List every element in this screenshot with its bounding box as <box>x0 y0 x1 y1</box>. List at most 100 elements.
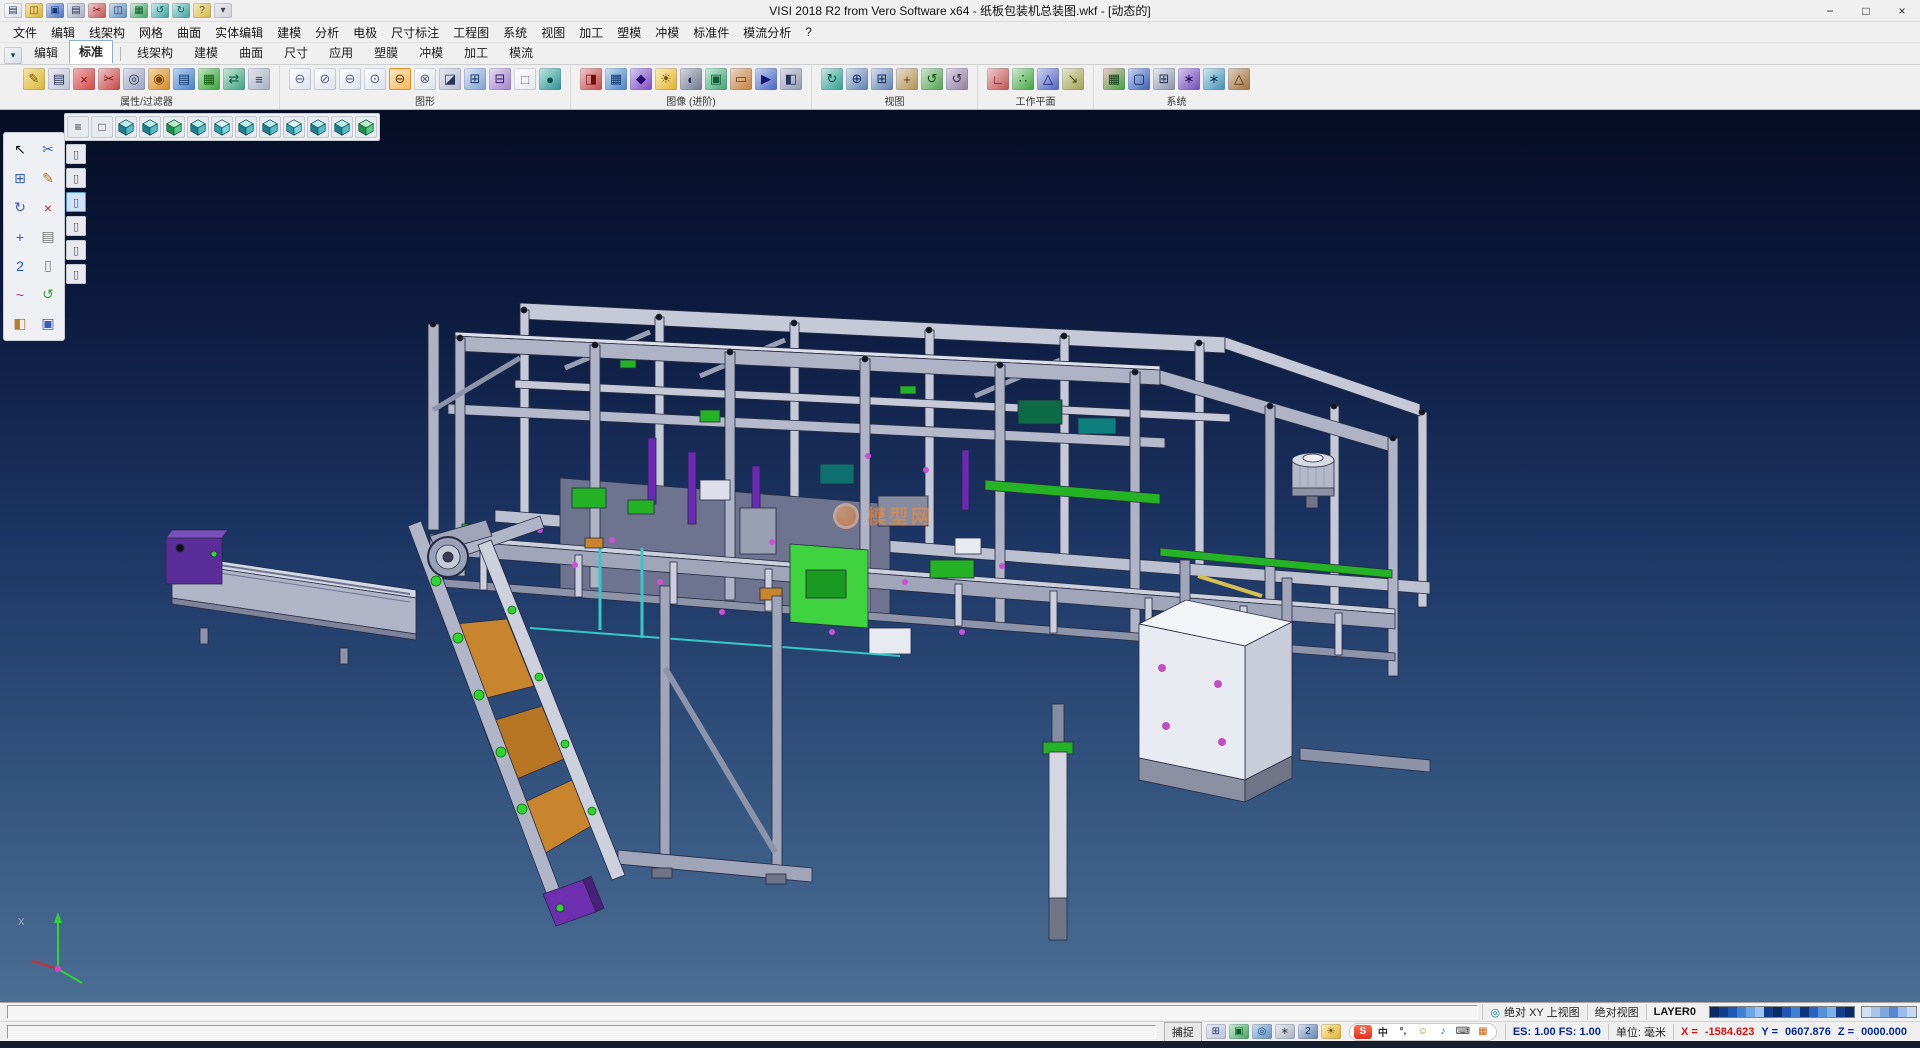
material-icon[interactable]: ◆ <box>630 68 652 90</box>
dimension-2d-icon[interactable]: 2 <box>7 252 33 279</box>
new-file-icon[interactable]: ▤ <box>4 3 22 18</box>
layer-color-swatch[interactable] <box>1818 1007 1827 1017</box>
animation-icon[interactable]: ▶ <box>755 68 777 90</box>
zoom-window-icon[interactable]: ⊞ <box>871 68 893 90</box>
menu-item[interactable]: 建模 <box>270 22 308 43</box>
tab-mold[interactable]: 塑膜 <box>364 41 408 64</box>
selection-filter-icon[interactable]: ▤ <box>173 68 195 90</box>
window-layout-6-icon[interactable]: ▯ <box>66 264 86 284</box>
command-prompt[interactable] <box>7 1025 1156 1039</box>
layer-color-swatch[interactable] <box>1764 1007 1773 1017</box>
menu-item[interactable]: 网格 <box>132 22 170 43</box>
tab-die[interactable]: 冲模 <box>409 41 453 64</box>
swap-selection-icon[interactable]: ⇄ <box>223 68 245 90</box>
window-layout-4-icon[interactable]: ▯ <box>66 216 86 236</box>
view-cube-6-icon[interactable] <box>235 116 257 138</box>
layer-color-swatch[interactable] <box>1782 1007 1791 1017</box>
window-layout-3-icon[interactable]: ▯ <box>66 192 86 212</box>
compare-image-icon[interactable]: ◧ <box>780 68 802 90</box>
layer-color-swatch[interactable] <box>1907 1007 1916 1017</box>
mode-2d-icon[interactable]: 2 <box>1298 1024 1318 1039</box>
tab-surface[interactable]: 曲面 <box>229 41 273 64</box>
layer-color-swatch[interactable] <box>1728 1007 1737 1017</box>
grid-toggle-icon[interactable]: ⊞ <box>1206 1024 1226 1039</box>
tab-wireframe[interactable]: 线架构 <box>127 41 183 64</box>
options-gear-icon[interactable]: ∗ <box>1275 1024 1295 1039</box>
dynamic-rotate-icon[interactable]: ↻ <box>7 194 33 221</box>
menu-item[interactable]: 冲模 <box>648 22 686 43</box>
layer-color-swatch[interactable] <box>1755 1007 1764 1017</box>
layer-color-swatch[interactable] <box>1898 1007 1907 1017</box>
snap-grid-icon[interactable]: ⊞ <box>7 165 33 192</box>
view-cube-11-icon[interactable] <box>355 116 377 138</box>
tab-dimension[interactable]: 尺寸 <box>274 41 318 64</box>
clipboard-icon[interactable]: ▯ <box>35 252 61 279</box>
layer-color-swatch[interactable] <box>1845 1007 1854 1017</box>
view-cube-8-icon[interactable] <box>283 116 305 138</box>
layer-color-swatch[interactable] <box>1710 1007 1719 1017</box>
dynamic-hide-icon[interactable]: ◪ <box>439 68 461 90</box>
view-mode-indicator[interactable]: 绝对视图 <box>1587 1004 1646 1020</box>
view-cube-10-icon[interactable] <box>331 116 353 138</box>
layer-color-swatch[interactable] <box>1880 1007 1889 1017</box>
active-layer-indicator[interactable]: LAYER0 <box>1646 1004 1703 1020</box>
ime-punct-icon[interactable]: °, <box>1394 1025 1412 1039</box>
ime-toolbox-icon[interactable]: ▦ <box>1474 1025 1492 1039</box>
shadow-icon[interactable]: ◐ <box>680 68 702 90</box>
menu-item[interactable]: 分析 <box>308 22 346 43</box>
snapshot-icon[interactable]: ▭ <box>730 68 752 90</box>
view-cube-3-icon[interactable] <box>163 116 185 138</box>
calculator-icon[interactable]: ⊞ <box>1153 68 1175 90</box>
undo-icon[interactable]: ↺ <box>151 3 169 18</box>
wireframe-view-icon[interactable]: ⊖ <box>289 68 311 90</box>
menu-item[interactable]: 塑模 <box>610 22 648 43</box>
select-icon[interactable]: ↖ <box>7 136 33 163</box>
menu-item[interactable]: 尺寸标注 <box>384 22 446 43</box>
view-cube-2-icon[interactable] <box>139 116 161 138</box>
paste-icon[interactable]: ▦ <box>130 3 148 18</box>
delete-filter-icon[interactable]: × <box>73 68 95 90</box>
layer-color-swatch[interactable] <box>1836 1007 1845 1017</box>
layer-color-swatch[interactable] <box>1773 1007 1782 1017</box>
layer-color-swatch[interactable] <box>1746 1007 1755 1017</box>
cut-icon[interactable]: ✂ <box>88 3 106 18</box>
shaded-edges-view-icon[interactable]: ⊖ <box>389 68 411 90</box>
menu-item[interactable]: 电极 <box>346 22 384 43</box>
help-icon[interactable]: ? <box>193 3 211 18</box>
ime-emoji-icon[interactable]: ☺ <box>1414 1025 1432 1039</box>
attribute-copy-icon[interactable]: ▤ <box>48 68 70 90</box>
tab-machining[interactable]: 加工 <box>454 41 498 64</box>
tab-modeling[interactable]: 建模 <box>184 41 228 64</box>
view-blank-icon[interactable]: □ <box>91 116 113 138</box>
ime-mic-icon[interactable]: ♪ <box>1434 1025 1452 1039</box>
tab-application[interactable]: 应用 <box>319 41 363 64</box>
tab-dropdown-icon[interactable]: ▾ <box>4 47 22 64</box>
copy-icon[interactable]: ◫ <box>109 3 127 18</box>
layer-color-swatch[interactable] <box>1719 1007 1728 1017</box>
measure-system-icon[interactable]: △ <box>1228 68 1250 90</box>
save-small-icon[interactable]: ▣ <box>35 310 61 337</box>
print-icon[interactable]: ▤ <box>67 3 85 18</box>
menu-item[interactable]: 工程图 <box>446 22 496 43</box>
qat-dropdown-icon[interactable]: ▾ <box>214 3 232 18</box>
filter-circle-icon[interactable]: ◎ <box>123 68 145 90</box>
layer-color-bar-2[interactable] <box>1861 1006 1917 1018</box>
delete-icon[interactable]: × <box>35 194 61 221</box>
undo-small-icon[interactable]: ↺ <box>35 281 61 308</box>
layer-color-swatch[interactable] <box>1737 1007 1746 1017</box>
close-button[interactable]: × <box>1884 0 1920 21</box>
view-cube-7-icon[interactable] <box>259 116 281 138</box>
menu-item[interactable]: 视图 <box>534 22 572 43</box>
background-icon[interactable]: ▣ <box>705 68 727 90</box>
workplane-indicator[interactable]: ◎ 绝对 XY 上视图 <box>1482 1004 1586 1020</box>
menu-item[interactable]: 标准件 <box>686 22 736 43</box>
sketch-pencil-icon[interactable]: ✎ <box>35 165 61 192</box>
shaded-view-icon[interactable]: ⊙ <box>364 68 386 90</box>
zoom-extents-icon[interactable]: ⊕ <box>846 68 868 90</box>
menu-item[interactable]: ? <box>798 23 819 41</box>
view-cube-5-icon[interactable] <box>211 116 233 138</box>
color-filter-icon[interactable]: ▦ <box>198 68 220 90</box>
list-properties-icon[interactable]: ≡ <box>248 68 270 90</box>
render-settings-icon[interactable]: ◨ <box>580 68 602 90</box>
texture-icon[interactable]: ▦ <box>605 68 627 90</box>
